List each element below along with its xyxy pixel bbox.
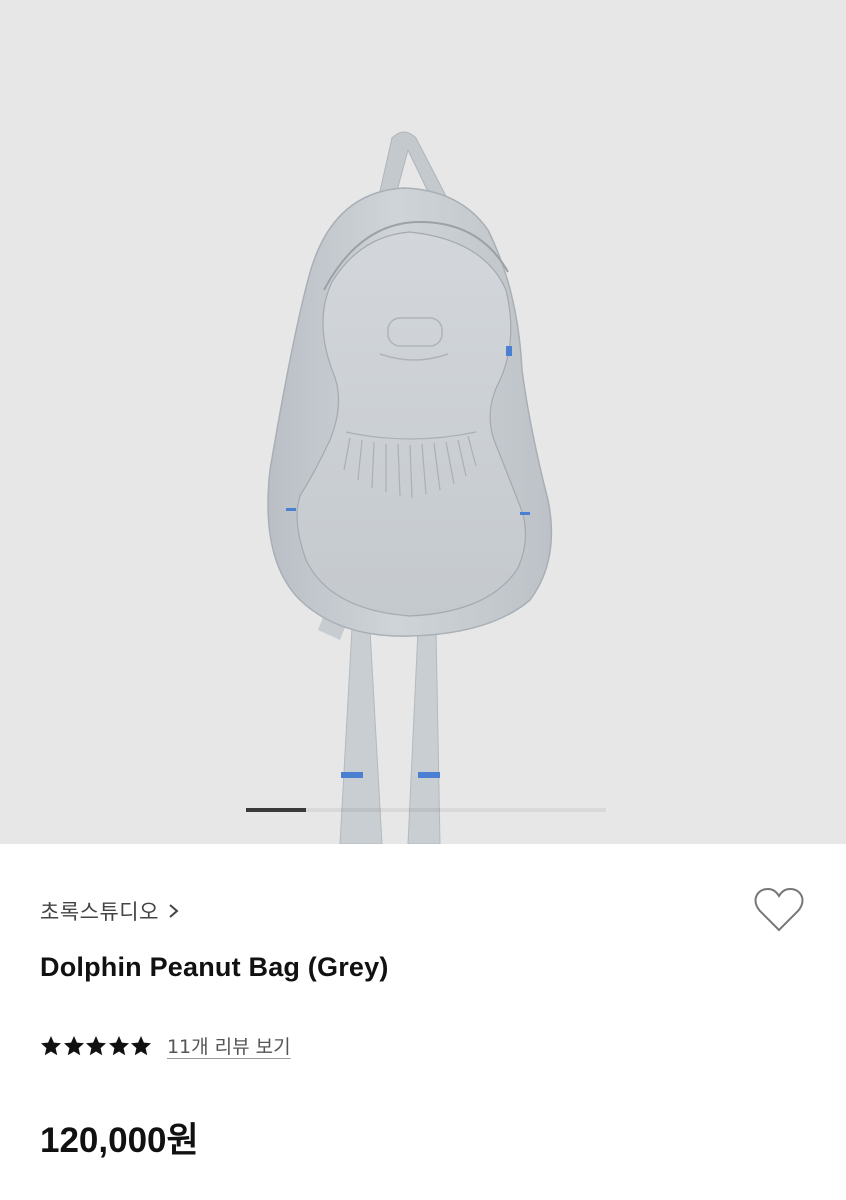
star-icon	[108, 1035, 129, 1055]
slide-indicator-segment[interactable]	[306, 808, 366, 812]
slide-indicator-segment[interactable]	[546, 808, 606, 812]
heart-outline-icon[interactable]	[752, 886, 806, 936]
star-icon	[86, 1035, 107, 1055]
star-rating	[40, 1035, 153, 1057]
product-title: Dolphin Peanut Bag (Grey)	[40, 952, 389, 982]
rating-row: 11개 리뷰 보기	[40, 1032, 291, 1059]
product-info: 초록스튜디오 Dolphin Peanut Bag (Grey) 11개 리뷰 …	[0, 844, 846, 1200]
brand-link[interactable]: 초록스튜디오	[40, 896, 181, 926]
slide-indicator[interactable]	[246, 808, 606, 812]
slide-indicator-segment[interactable]	[426, 808, 486, 812]
chevron-right-icon	[169, 904, 179, 918]
star-icon	[41, 1035, 61, 1055]
product-image[interactable]	[0, 0, 846, 844]
slide-indicator-segment[interactable]	[246, 808, 306, 812]
product-price: 120,000원	[40, 1121, 199, 1160]
slide-indicator-segment[interactable]	[366, 808, 426, 812]
star-icon	[63, 1035, 84, 1055]
star-icon	[131, 1035, 152, 1055]
brand-name[interactable]: 초록스튜디오	[40, 896, 159, 926]
slide-indicator-segment[interactable]	[486, 808, 546, 812]
review-link[interactable]: 11개 리뷰 보기	[167, 1032, 291, 1059]
product-image-gallery[interactable]	[0, 0, 846, 844]
